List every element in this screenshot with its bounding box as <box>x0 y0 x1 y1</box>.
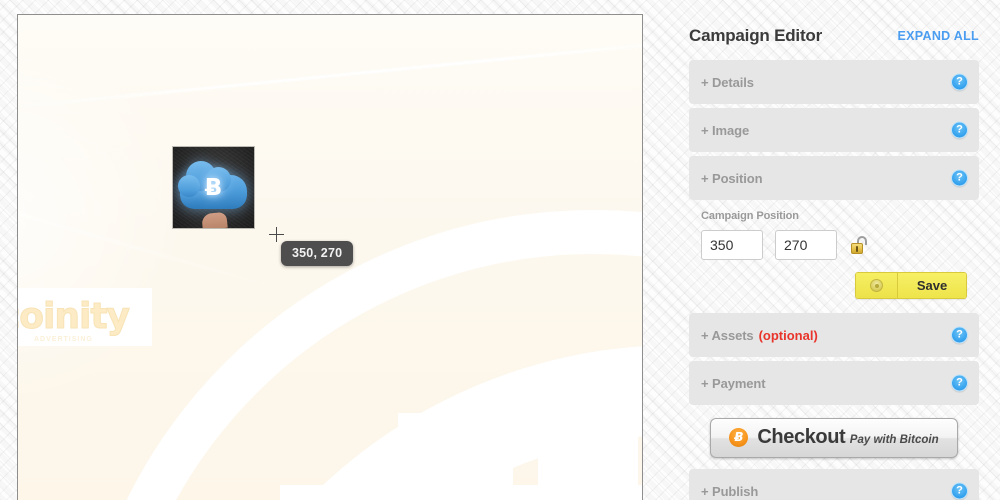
section-header-assets[interactable]: + Assets (optional) ? <box>689 313 979 357</box>
section-label-assets: + Assets <box>701 327 754 343</box>
help-icon[interactable]: ? <box>951 374 968 392</box>
canvas-background: coinity ADVERTISING Ƀ 350, 270 <box>18 15 642 500</box>
coordinate-tooltip: 350, 270 <box>281 241 354 266</box>
position-inputs-row <box>701 230 967 260</box>
expand-all-link[interactable]: EXPAND ALL <box>898 29 979 43</box>
lock-body <box>851 243 863 254</box>
checkout-row: Ƀ Checkout Pay with Bitcoin <box>689 409 979 469</box>
crosshair-cursor-icon <box>269 227 284 242</box>
position-section-body: Campaign Position Save <box>689 204 979 309</box>
section-label-image: + Image <box>701 122 750 138</box>
campaign-ad-thumbnail[interactable]: Ƀ <box>173 147 254 228</box>
watermark-sublabel: ADVERTISING <box>34 336 93 343</box>
checkout-sub-label: Pay with Bitcoin <box>849 434 939 446</box>
section-header-details[interactable]: + Details ? <box>689 60 979 104</box>
position-x-input[interactable] <box>701 230 763 260</box>
ad-preview-canvas[interactable]: coinity ADVERTISING Ƀ 350, 270 <box>17 14 643 500</box>
section-label-publish: + Publish <box>701 483 759 499</box>
bitcoin-symbol-icon: Ƀ <box>204 175 223 201</box>
bitcoin-coin-icon: Ƀ <box>729 428 749 447</box>
save-dropdown-toggle[interactable] <box>856 273 898 298</box>
help-icon[interactable]: ? <box>951 121 968 139</box>
section-header-publish[interactable]: + Publish ? <box>689 469 979 500</box>
campaign-position-label: Campaign Position <box>701 210 799 222</box>
section-header-payment[interactable]: + Payment ? <box>689 361 979 405</box>
section-header-position[interactable]: + Position ? <box>689 156 979 200</box>
page-title: Campaign Editor <box>689 26 823 45</box>
checkout-button[interactable]: Ƀ Checkout Pay with Bitcoin <box>710 418 958 458</box>
save-split-button[interactable]: Save <box>855 272 967 299</box>
section-label-position: + Position <box>701 170 763 186</box>
watermark-label: coinity <box>18 296 131 337</box>
unlock-icon[interactable] <box>851 236 867 254</box>
checkout-button-text: Checkout Pay with Bitcoin <box>757 427 938 448</box>
help-icon[interactable]: ? <box>951 73 968 91</box>
save-button[interactable]: Save <box>898 273 966 298</box>
background-light-streak <box>18 34 642 114</box>
coinity-watermark: coinity ADVERTISING <box>18 288 152 346</box>
position-y-input[interactable] <box>775 230 837 260</box>
editor-section-list: + Details ? + Image ? + Position ? Campa… <box>689 60 979 500</box>
checkout-main-label: Checkout <box>757 426 846 448</box>
campaign-editor-panel: Campaign Editor EXPAND ALL + Details ? +… <box>689 0 979 500</box>
help-icon[interactable]: ? <box>951 482 968 500</box>
editor-header: Campaign Editor EXPAND ALL <box>689 22 979 50</box>
save-row: Save <box>701 272 967 299</box>
background-block-c <box>280 485 642 500</box>
gear-icon <box>870 279 883 292</box>
section-label-payment: + Payment <box>701 375 766 391</box>
section-header-image[interactable]: + Image ? <box>689 108 979 152</box>
section-optional-badge: (optional) <box>758 327 818 343</box>
help-icon[interactable]: ? <box>951 326 968 344</box>
section-label-details: + Details <box>701 74 754 90</box>
help-icon[interactable]: ? <box>951 169 968 187</box>
